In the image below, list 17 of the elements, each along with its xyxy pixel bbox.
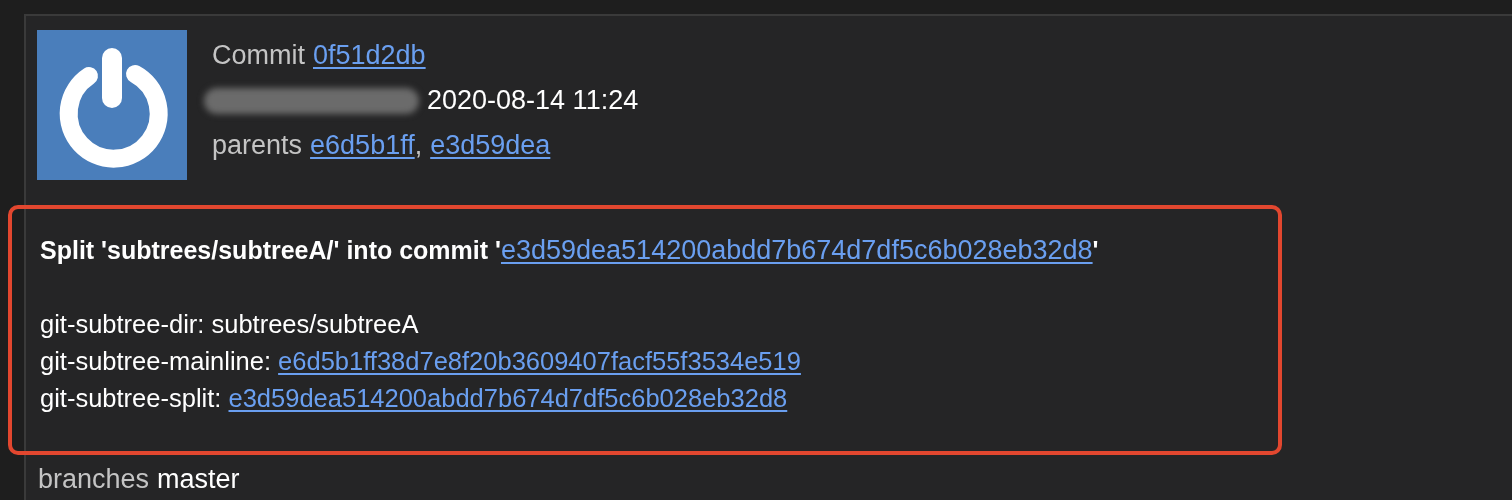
branches-label: branches	[38, 464, 150, 495]
commit-hash-link[interactable]: e3d59dea514200abdd7b674d7df5c6b028eb32d8	[228, 384, 788, 412]
parent-hash-link[interactable]: e6d5b1ff	[310, 130, 415, 161]
commit-subject: Split 'subtrees/subtreeA/' into commit 'e3d59dea514200abdd7b674d7df5c6b028eb32d8'	[40, 235, 1100, 266]
commit-hash-link[interactable]: e6d5b1ff38d7e8f20b3609407facf55f3534e519	[278, 347, 801, 375]
trailer-line: git-subtree-mainline: e6d5b1ff38d7e8f20b3609407facf55f3534e519	[40, 346, 802, 377]
avatar-power-icon	[37, 30, 187, 180]
branch-name: master	[157, 464, 240, 495]
separator: ,	[414, 130, 423, 161]
commit-hash-link[interactable]: 0f51d2db	[313, 40, 426, 71]
trailer-line: git-subtree-split: e3d59dea514200abdd7b674d7df5c6b028eb32d8	[40, 383, 789, 414]
commit-date: 2020-08-14 11:24	[427, 85, 639, 116]
trailer-line: git-subtree-dir: subtrees/subtreeA	[40, 309, 420, 340]
commit-label: Commit	[212, 40, 305, 71]
commit-hash-link[interactable]: e3d59dea514200abdd7b674d7df5c6b028eb32d8	[500, 235, 1093, 265]
parents-label: parents	[212, 130, 303, 161]
parent-hash-link[interactable]: e3d59dea	[430, 130, 551, 161]
